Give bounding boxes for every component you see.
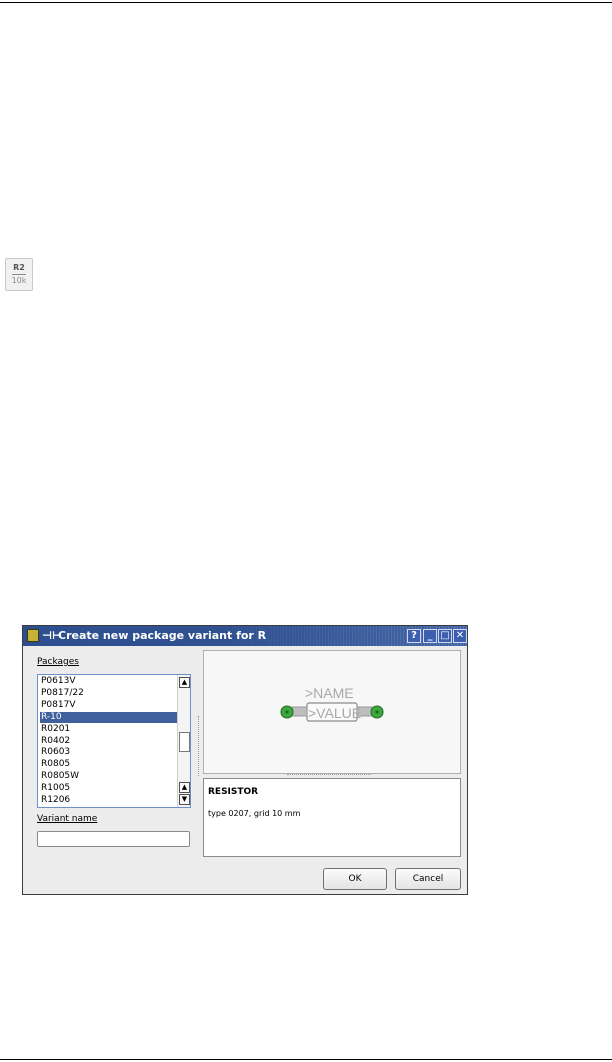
description-text: type 0207, grid 10 mm bbox=[208, 809, 301, 818]
left-lead bbox=[291, 706, 308, 717]
list-item[interactable]: R1206 bbox=[40, 795, 177, 806]
list-item[interactable]: P0613V bbox=[40, 676, 177, 687]
variant-name-input[interactable] bbox=[37, 831, 190, 847]
description-title: RESISTOR bbox=[208, 787, 259, 797]
vertical-splitter[interactable] bbox=[198, 716, 201, 776]
list-item[interactable]: R0805W bbox=[40, 771, 177, 782]
help-button[interactable]: ? bbox=[407, 629, 421, 643]
maximize-button[interactable]: □ bbox=[438, 629, 452, 643]
variant-name-label: Variant name bbox=[37, 814, 98, 824]
package-preview: >NAME >VALUE bbox=[203, 650, 461, 774]
list-item[interactable]: R0201 bbox=[40, 724, 177, 735]
value-placeholder: >VALUE bbox=[308, 705, 361, 721]
dialog-title: Create new package variant for R bbox=[58, 629, 267, 642]
scroll-up-button[interactable]: ▲ bbox=[179, 677, 190, 688]
packages-scrollbar[interactable]: ▲ ▲ ▼ bbox=[177, 675, 190, 807]
resistor-toolbar-icon[interactable]: R2 10k bbox=[5, 258, 33, 291]
minimize-button[interactable]: _ bbox=[423, 629, 437, 643]
list-item[interactable]: R1005 bbox=[40, 783, 177, 794]
app-icon bbox=[27, 629, 39, 642]
close-button[interactable]: ✕ bbox=[453, 629, 467, 643]
list-item[interactable]: R0805 bbox=[40, 759, 177, 770]
icon-value-text: 10k bbox=[11, 276, 27, 285]
scroll-down-button[interactable]: ▼ bbox=[179, 794, 190, 805]
list-item[interactable]: R0402 bbox=[40, 736, 177, 747]
package-description: RESISTOR type 0207, grid 10 mm bbox=[203, 778, 461, 857]
packages-list[interactable]: P0613V P0817/22 P0817V R-10 R0201 R0402 R0603 R… bbox=[37, 674, 191, 808]
bottom-rule bbox=[0, 1059, 612, 1060]
packages-label: Packages bbox=[37, 657, 79, 667]
list-item[interactable]: P0817/22 bbox=[40, 688, 177, 699]
top-rule bbox=[0, 2, 612, 3]
list-item[interactable]: R0603 bbox=[40, 747, 177, 758]
resistor-symbol-icon: ⊣⊢ bbox=[42, 629, 63, 642]
ok-button[interactable]: OK bbox=[323, 868, 387, 890]
icon-divider bbox=[12, 274, 26, 275]
name-placeholder: >NAME bbox=[305, 685, 354, 701]
list-item[interactable]: P0817V bbox=[40, 700, 177, 711]
icon-name-text: R2 bbox=[13, 263, 25, 272]
scrollbar-thumb[interactable] bbox=[179, 732, 190, 752]
package-drawing: >NAME >VALUE bbox=[280, 685, 384, 722]
package-variant-dialog: ⊣⊢ Create new package variant for R ? _ … bbox=[22, 625, 468, 895]
scroll-up-button-lower[interactable]: ▲ bbox=[179, 782, 190, 793]
list-item[interactable]: R-10 bbox=[40, 711, 177, 723]
dialog-titlebar[interactable]: ⊣⊢ Create new package variant for R ? _ … bbox=[23, 626, 467, 646]
cancel-button[interactable]: Cancel bbox=[395, 868, 461, 890]
